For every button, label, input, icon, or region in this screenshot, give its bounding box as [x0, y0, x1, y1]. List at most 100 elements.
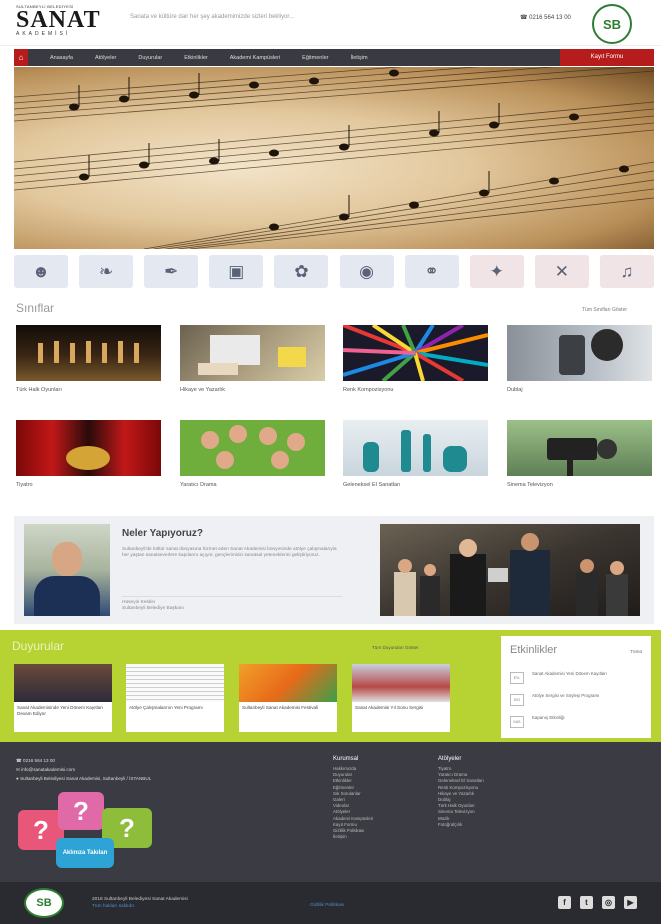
nav-item-home[interactable]: Anasayfa [50, 55, 73, 61]
class-card[interactable]: Sinema Televizyon [507, 420, 652, 488]
event-item[interactable]: EYL Sanat Akademisi Yeni Dönem Kayıtları [510, 670, 642, 686]
announcements-section: Duyurular Tüm Duyuruları Göster Sanat Ak… [0, 630, 661, 742]
class-card[interactable]: Renk Kompozisyonu [343, 325, 488, 393]
header-phone-number: 0216 564 13 00 [529, 15, 571, 21]
events-see-all-link[interactable]: Tümü [630, 649, 642, 654]
class-label: Sinema Televizyon [507, 482, 553, 488]
calendar-icon: KAS [510, 716, 524, 728]
about-signature: Hüseyin Keskin Sultanbeyli Belediye Başk… [122, 596, 342, 612]
copyright-rights: Tüm hakları saklıdır. [92, 904, 136, 909]
class-image [16, 325, 161, 381]
class-image [180, 420, 325, 476]
palette-icon[interactable]: ✿ [274, 255, 329, 288]
footer-emblem[interactable]: SB [24, 888, 64, 918]
event-item[interactable]: EKİ Atölye Sergisi ve Söyleşi Programı [510, 692, 642, 708]
nav-item-instructors[interactable]: Eğitmenler [302, 55, 328, 61]
footer-link[interactable]: Geleneksel El Sanatları [438, 778, 484, 784]
calligraphy-icon[interactable]: ✒ [144, 255, 199, 288]
class-image [343, 325, 488, 381]
footer-column-title: Kurumsal [333, 756, 359, 762]
about-title: Neler Yapıyoruz? [122, 528, 203, 539]
footer-column-title: Atölyeler [438, 756, 462, 762]
announcements-title: Duyurular [12, 639, 65, 653]
class-card[interactable]: Geleneksel El Sanatları [343, 420, 488, 488]
class-image [343, 420, 488, 476]
page: SULTANBEYLİ BELEDİYESİ SANAT AKADEMİSİ S… [0, 0, 661, 924]
footer-phone[interactable]: ☎ 0216 564 13 00 [16, 756, 151, 765]
announcement-image [14, 664, 112, 702]
bottom-bar: SB 2018 Sultanbeyli Belediyesi Sanat Aka… [0, 882, 661, 924]
microphone-icon[interactable]: ⚭ [404, 255, 459, 288]
signature-title: Sultanbeyli Belediye Başkanı [122, 606, 184, 611]
theater-masks-icon[interactable]: ☻ [14, 255, 68, 288]
footer-link[interactable]: Fotoğrafçılık [438, 822, 484, 828]
classes-see-all-link[interactable]: Tüm Sınıfları Göster [582, 307, 627, 313]
nav-item-workshops[interactable]: Atölyeler [95, 55, 116, 61]
announcements-see-all-link[interactable]: Tüm Duyuruları Göster [372, 645, 419, 650]
events-title: Etkinlikler [510, 644, 558, 656]
site-logo[interactable]: SULTANBEYLİ BELEDİYESİ SANAT AKADEMİSİ [16, 4, 100, 44]
announcement-card[interactable]: Sanat Akademisinde Yeni Dönem Kayıtları … [14, 664, 112, 732]
main-nav: ⌂ Anasayfa Atölyeler Duyurular Etkinlikl… [14, 49, 654, 66]
class-image [180, 325, 325, 381]
footer-link[interactable]: Renk Kompozisyonu [438, 785, 484, 791]
announcement-card[interactable]: Sanat Akademisi Yıl Sonu Sergisi [352, 664, 450, 732]
class-card[interactable]: Tiyatro [16, 420, 161, 488]
footer-link[interactable]: İletişim [333, 834, 373, 840]
announcement-image [352, 664, 450, 702]
class-label: Hikaye ve Yazarlık [180, 387, 226, 393]
registration-button[interactable]: Kayıt Formu [560, 49, 654, 66]
nav-item-contact[interactable]: İletişim [350, 55, 367, 61]
phone-icon: ☎ [16, 758, 22, 763]
home-icon[interactable]: ⌂ [14, 49, 28, 66]
class-image [16, 420, 161, 476]
announcement-caption: Sanat Akademisinde Yeni Dönem Kayıtları … [17, 705, 104, 716]
crafts-icon[interactable]: ✕ [534, 255, 589, 288]
event-item[interactable]: KAS Kapanış Etkinliği [510, 714, 642, 730]
announcement-card[interactable]: Sultanbeyli Sanat Akademisi Festivali [239, 664, 337, 732]
announcement-image [239, 664, 337, 702]
footer-address: ● Sultanbeyli Belediyesi Sanat Akademisi… [16, 774, 151, 783]
class-card[interactable]: Türk Halk Oyunları [16, 325, 161, 393]
nav-item-events[interactable]: Etkinlikler [184, 55, 208, 61]
class-card[interactable]: Yaratıcı Drama [180, 420, 325, 488]
nav-item-announcements[interactable]: Duyurular [138, 55, 162, 61]
nav-item-campuses[interactable]: Akademi Kampüsleri [230, 55, 280, 61]
category-icons: ☻ ❧ ✒ ▣ ✿ ◉ ⚭ ✦ ✕ ♫ [14, 255, 654, 289]
facebook-icon[interactable]: f [558, 896, 571, 909]
class-card[interactable]: Dublaj [507, 325, 652, 393]
class-image [507, 420, 652, 476]
header-phone[interactable]: ☎ 0216 564 13 00 [520, 14, 571, 21]
instagram-icon[interactable]: ◎ [602, 896, 615, 909]
youtube-icon[interactable]: ▶ [624, 896, 637, 909]
footer-phone-text: 0216 564 13 00 [23, 758, 55, 763]
hero-slider[interactable] [14, 67, 654, 249]
folk-dance-icon[interactable]: ✦ [469, 255, 524, 288]
twitter-icon[interactable]: t [580, 896, 593, 909]
class-label: Dublaj [507, 387, 523, 393]
social-links: f t ◎ ▶ [558, 896, 637, 909]
faq-illustration[interactable]: ? ? ? Aklınıza Takılan [18, 792, 158, 874]
class-label: Renk Kompozisyonu [343, 387, 394, 393]
music-notes-icon[interactable]: ♫ [599, 255, 654, 288]
class-label: Yaratıcı Drama [180, 482, 217, 488]
municipality-emblem[interactable]: SB [592, 4, 632, 44]
footer-column-workshops: Atölyeler Tiyatro Yaratıcı Drama Gelenek… [438, 756, 484, 828]
dance-icon[interactable]: ❧ [79, 255, 134, 288]
class-image [507, 325, 652, 381]
class-label: Türk Halk Oyunları [16, 387, 62, 393]
copyright: 2018 Sultanbeyli Belediyesi Sanat Akadem… [92, 896, 188, 910]
award-photo[interactable] [380, 524, 640, 616]
event-text: Kapanış Etkinliği [532, 715, 565, 720]
footer-email[interactable]: ✉ info@sanatakademisi.com [16, 765, 151, 774]
privacy-link[interactable]: Gizlilik Politikası [310, 903, 344, 908]
camera-icon[interactable]: ◉ [339, 255, 394, 288]
site-footer: ☎ 0216 564 13 00 ✉ info@sanatakademisi.c… [0, 742, 661, 882]
event-text: Sanat Akademisi Yeni Dönem Kayıtları [532, 671, 607, 676]
class-card[interactable]: Hikaye ve Yazarlık [180, 325, 325, 393]
announcement-card[interactable]: Atölye Çalışmalarının Yeni Programı [126, 664, 224, 732]
film-camera-icon[interactable]: ▣ [209, 255, 264, 288]
mayor-photo [24, 524, 110, 616]
footer-contact: ☎ 0216 564 13 00 ✉ info@sanatakademisi.c… [16, 756, 151, 783]
footer-link[interactable]: Akademi Kampüsleri [333, 816, 373, 822]
